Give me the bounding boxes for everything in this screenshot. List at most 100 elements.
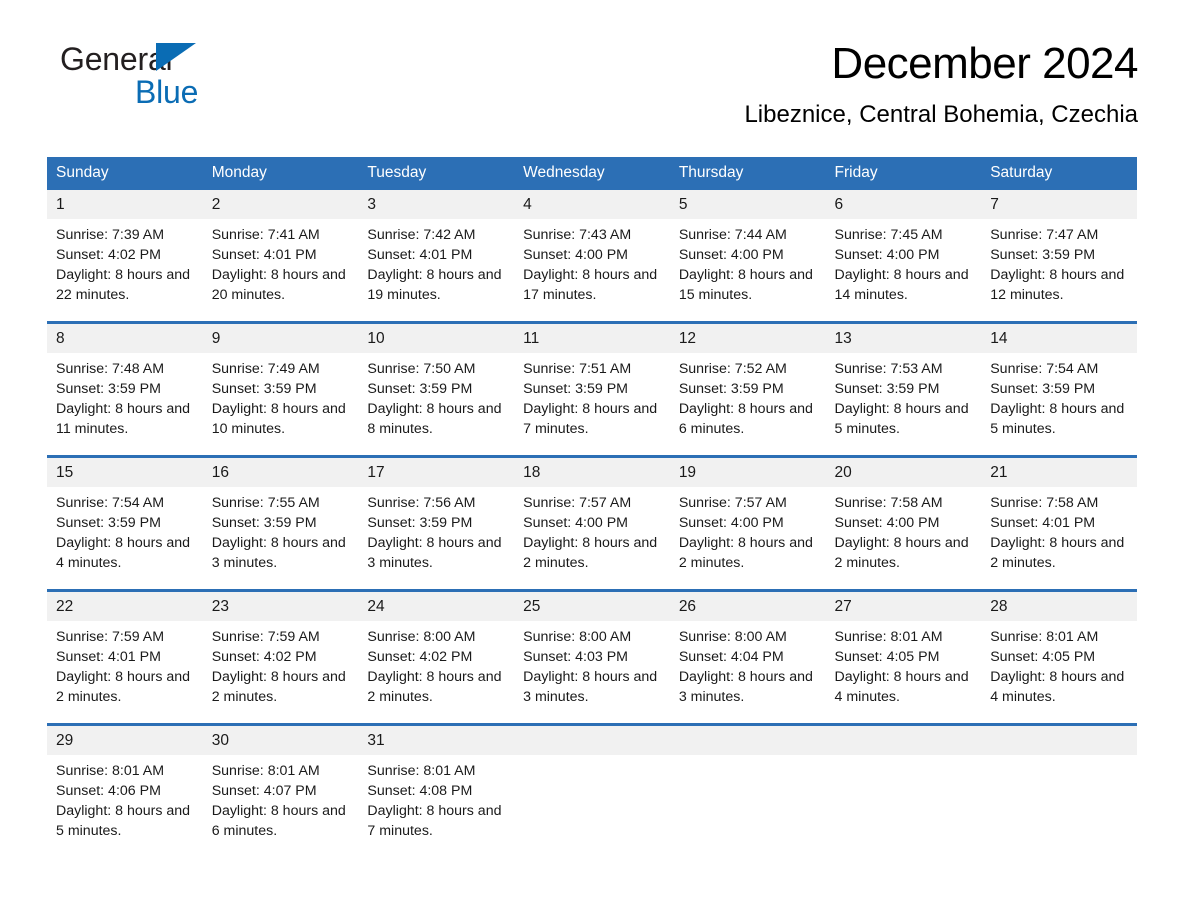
sunset-text: Sunset: 3:59 PM — [211, 515, 317, 531]
calendar-day-cell[interactable] — [514, 723, 670, 857]
logo-text-general: General — [60, 41, 173, 77]
calendar-day-cell[interactable]: 14 Sunrise: 7:54 AM Sunset: 3:59 PM Dayligh… — [981, 321, 1137, 457]
day-content: 6 Sunrise: 7:45 AM Sunset: 4:00 PM Daylight… — [825, 190, 982, 321]
daylight-text: Daylight: 8 hours and 6 minutes. — [678, 401, 813, 437]
sunrise-text: Sunrise: 7:55 AM — [211, 495, 320, 511]
day-details: Sunrise: 7:59 AM Sunset: 4:02 PM Daylight:… — [203, 621, 359, 707]
sunrise-text: Sunrise: 8:00 AM — [367, 629, 476, 645]
calendar-day-cell[interactable]: 22 Sunrise: 7:59 AM Sunset: 4:01 PM Dayligh… — [47, 589, 203, 725]
calendar-day-cell[interactable]: 2 Sunrise: 7:41 AM Sunset: 4:01 PM Daylight… — [202, 190, 359, 323]
page-header: General Blue December 2024 Libeznice, Ce… — [50, 0, 1139, 128]
sunset-text: Sunset: 4:02 PM — [367, 649, 473, 665]
calendar-day-cell[interactable]: 10 Sunrise: 7:50 AM Sunset: 3:59 PM Dayligh… — [358, 321, 515, 457]
day-details: Sunrise: 7:41 AM Sunset: 4:01 PM Daylight:… — [203, 219, 359, 305]
empty-day — [669, 726, 826, 857]
calendar-day-cell[interactable]: 26 Sunrise: 8:00 AM Sunset: 4:04 PM Dayligh… — [669, 589, 826, 725]
sunrise-text: Sunrise: 7:56 AM — [367, 495, 476, 511]
sunset-text: Sunset: 3:59 PM — [990, 247, 1096, 263]
calendar-day-cell[interactable]: 20 Sunrise: 7:58 AM Sunset: 4:00 PM Dayligh… — [825, 455, 982, 591]
calendar-day-cell[interactable]: 23 Sunrise: 7:59 AM Sunset: 4:02 PM Dayligh… — [202, 589, 359, 725]
sunset-text: Sunset: 4:00 PM — [834, 247, 940, 263]
calendar-day-cell[interactable]: 16 Sunrise: 7:55 AM Sunset: 3:59 PM Dayligh… — [202, 455, 359, 591]
calendar-day-cell[interactable]: 24 Sunrise: 8:00 AM Sunset: 4:02 PM Dayligh… — [358, 589, 515, 725]
day-details: Sunrise: 7:48 AM Sunset: 3:59 PM Daylight:… — [47, 353, 203, 439]
day-details: Sunrise: 7:44 AM Sunset: 4:00 PM Daylight:… — [670, 219, 826, 305]
calendar-day-cell[interactable]: 27 Sunrise: 8:01 AM Sunset: 4:05 PM Dayligh… — [825, 589, 982, 725]
day-details: Sunrise: 7:54 AM Sunset: 3:59 PM Daylight:… — [981, 353, 1137, 439]
sunrise-text: Sunrise: 7:54 AM — [56, 495, 165, 511]
calendar-day-cell[interactable] — [669, 723, 826, 857]
day-details: Sunrise: 8:00 AM Sunset: 4:02 PM Daylight:… — [358, 621, 514, 707]
calendar-day-cell[interactable]: 17 Sunrise: 7:56 AM Sunset: 3:59 PM Dayligh… — [358, 455, 515, 591]
weekday-header-saturday: Saturday — [981, 157, 1137, 190]
empty-day — [981, 726, 1137, 857]
daylight-text: Daylight: 8 hours and 2 minutes. — [523, 535, 658, 571]
calendar-day-cell[interactable]: 13 Sunrise: 7:53 AM Sunset: 3:59 PM Dayligh… — [825, 321, 982, 457]
daylight-text: Daylight: 8 hours and 2 minutes. — [211, 669, 346, 705]
daylight-text: Daylight: 8 hours and 8 minutes. — [367, 401, 502, 437]
calendar-day-cell[interactable]: 28 Sunrise: 8:01 AM Sunset: 4:05 PM Dayligh… — [981, 589, 1137, 725]
day-content: 14 Sunrise: 7:54 AM Sunset: 3:59 PM Dayligh… — [981, 324, 1137, 455]
sunrise-text: Sunrise: 7:50 AM — [367, 361, 476, 377]
sunset-text: Sunset: 4:00 PM — [834, 515, 940, 531]
calendar-day-cell[interactable]: 11 Sunrise: 7:51 AM Sunset: 3:59 PM Dayligh… — [514, 321, 670, 457]
calendar-day-cell[interactable]: 5 Sunrise: 7:44 AM Sunset: 4:00 PM Daylight… — [669, 190, 826, 323]
weekday-header-sunday: Sunday — [47, 157, 203, 190]
calendar-day-cell[interactable]: 8 Sunrise: 7:48 AM Sunset: 3:59 PM Daylight… — [47, 321, 203, 457]
day-content: 26 Sunrise: 8:00 AM Sunset: 4:04 PM Dayligh… — [669, 592, 826, 723]
day-content: 16 Sunrise: 7:55 AM Sunset: 3:59 PM Dayligh… — [202, 458, 359, 589]
day-number: 3 — [358, 190, 515, 219]
day-content: 21 Sunrise: 7:58 AM Sunset: 4:01 PM Dayligh… — [981, 458, 1137, 589]
calendar-day-cell[interactable]: 6 Sunrise: 7:45 AM Sunset: 4:00 PM Daylight… — [825, 190, 982, 323]
day-number: 25 — [514, 592, 670, 621]
day-number: 20 — [825, 458, 982, 487]
calendar-day-cell[interactable]: 4 Sunrise: 7:43 AM Sunset: 4:00 PM Daylight… — [514, 190, 670, 323]
day-number — [981, 726, 1137, 755]
daylight-text: Daylight: 8 hours and 5 minutes. — [834, 401, 969, 437]
calendar-day-cell[interactable]: 30 Sunrise: 8:01 AM Sunset: 4:07 PM Dayligh… — [202, 723, 359, 857]
calendar-day-cell[interactable]: 19 Sunrise: 7:57 AM Sunset: 4:00 PM Dayligh… — [669, 455, 826, 591]
day-number: 4 — [514, 190, 670, 219]
day-number: 24 — [358, 592, 515, 621]
general-blue-logo[interactable]: General Blue — [60, 42, 390, 122]
daylight-text: Daylight: 8 hours and 11 minutes. — [56, 401, 191, 437]
title-block: December 2024 Libeznice, Central Bohemia… — [378, 0, 1138, 130]
daylight-text: Daylight: 8 hours and 15 minutes. — [678, 267, 813, 303]
calendar-day-cell[interactable]: 21 Sunrise: 7:58 AM Sunset: 4:01 PM Dayligh… — [981, 455, 1137, 591]
calendar-day-cell[interactable]: 15 Sunrise: 7:54 AM Sunset: 3:59 PM Dayligh… — [47, 455, 203, 591]
day-number: 31 — [358, 726, 515, 755]
sunset-text: Sunset: 4:06 PM — [56, 783, 161, 799]
calendar-day-cell[interactable]: 25 Sunrise: 8:00 AM Sunset: 4:03 PM Dayligh… — [514, 589, 670, 725]
weekday-header-tuesday: Tuesday — [358, 157, 515, 190]
daylight-text: Daylight: 8 hours and 12 minutes. — [990, 267, 1125, 303]
day-number: 18 — [514, 458, 670, 487]
calendar-day-cell[interactable]: 29 Sunrise: 8:01 AM Sunset: 4:06 PM Dayligh… — [47, 723, 203, 857]
sunset-text: Sunset: 3:59 PM — [211, 381, 317, 397]
calendar-day-cell[interactable]: 1 Sunrise: 7:39 AM Sunset: 4:02 PM Daylight… — [47, 190, 203, 323]
daylight-text: Daylight: 8 hours and 4 minutes. — [990, 669, 1125, 705]
calendar-day-cell[interactable] — [981, 723, 1137, 857]
calendar-day-cell[interactable] — [825, 723, 982, 857]
day-number — [514, 726, 670, 755]
sunset-text: Sunset: 4:01 PM — [56, 649, 161, 665]
calendar-day-cell[interactable]: 3 Sunrise: 7:42 AM Sunset: 4:01 PM Daylight… — [358, 190, 515, 323]
daylight-text: Daylight: 8 hours and 2 minutes. — [834, 535, 969, 571]
calendar-day-cell[interactable]: 7 Sunrise: 7:47 AM Sunset: 3:59 PM Daylight… — [981, 190, 1137, 323]
calendar-day-cell[interactable]: 12 Sunrise: 7:52 AM Sunset: 3:59 PM Dayligh… — [669, 321, 826, 457]
sunrise-text: Sunrise: 7:47 AM — [990, 227, 1099, 243]
calendar-day-cell[interactable]: 9 Sunrise: 7:49 AM Sunset: 3:59 PM Daylight… — [202, 321, 359, 457]
day-details: Sunrise: 7:51 AM Sunset: 3:59 PM Daylight:… — [514, 353, 670, 439]
calendar-day-cell[interactable]: 18 Sunrise: 7:57 AM Sunset: 4:00 PM Dayligh… — [514, 455, 670, 591]
day-content: 17 Sunrise: 7:56 AM Sunset: 3:59 PM Dayligh… — [358, 458, 515, 589]
day-number — [669, 726, 826, 755]
day-content: 19 Sunrise: 7:57 AM Sunset: 4:00 PM Dayligh… — [669, 458, 826, 589]
day-details: Sunrise: 7:57 AM Sunset: 4:00 PM Daylight:… — [514, 487, 670, 573]
calendar-week-row: 29 Sunrise: 8:01 AM Sunset: 4:06 PM Dayligh… — [47, 723, 1137, 857]
calendar-day-cell[interactable]: 31 Sunrise: 8:01 AM Sunset: 4:08 PM Dayligh… — [358, 723, 515, 857]
day-number: 7 — [981, 190, 1137, 219]
day-content: 23 Sunrise: 7:59 AM Sunset: 4:02 PM Dayligh… — [202, 592, 359, 723]
sunrise-text: Sunrise: 8:01 AM — [367, 763, 476, 779]
weekday-header-wednesday: Wednesday — [514, 157, 670, 190]
day-details: Sunrise: 7:50 AM Sunset: 3:59 PM Daylight:… — [358, 353, 514, 439]
day-number: 9 — [202, 324, 359, 353]
